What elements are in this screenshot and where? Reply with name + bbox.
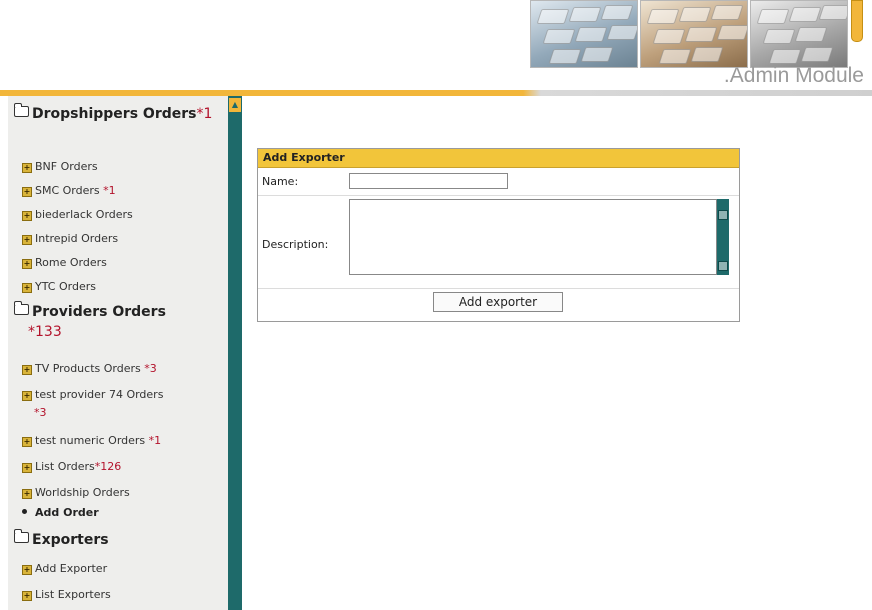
folder-icon: [14, 301, 29, 315]
add-exporter-panel: Add Exporter Name: Description: Add expo…: [257, 148, 740, 322]
expand-plus-icon[interactable]: +: [22, 259, 32, 269]
section-title: Dropshippers Orders: [32, 106, 197, 122]
item-count: *3: [34, 406, 47, 419]
keyboard-banner-image: [530, 0, 638, 68]
sidebar-item-test-numeric-orders[interactable]: + test numeric Orders *1: [22, 432, 222, 450]
module-title: .Admin Module: [723, 64, 864, 87]
description-row: Description:: [258, 196, 739, 289]
section-dropshippers-orders[interactable]: Dropshippers Orders*1: [14, 103, 214, 124]
sidebar-item-label: YTC Orders: [35, 280, 96, 293]
sidebar-item-label: TV Products Orders: [35, 362, 141, 375]
panel-title: Add Exporter: [258, 149, 739, 168]
sidebar-item-bnf-orders[interactable]: + BNF Orders: [22, 158, 222, 176]
sidebar-item-label: SMC Orders: [35, 184, 100, 197]
sidebar-item-label: Add Order: [35, 506, 99, 519]
expand-plus-icon[interactable]: +: [22, 391, 32, 401]
sidebar-item-ytc-orders[interactable]: + YTC Orders: [22, 278, 222, 296]
sidebar-item-biederlack-orders[interactable]: + biederlack Orders: [22, 206, 222, 224]
keyboard-banner-image: [750, 0, 848, 68]
item-count: *1: [103, 184, 116, 197]
sidebar-item-rome-orders[interactable]: + Rome Orders: [22, 254, 222, 272]
add-exporter-button[interactable]: Add exporter: [433, 292, 563, 312]
sidebar-item-worldship-orders[interactable]: + Worldship Orders: [22, 484, 222, 502]
sidebar-item-test-provider-74-orders[interactable]: + test provider 74 Orders *3: [22, 386, 222, 422]
item-count: *126: [94, 460, 122, 473]
sidebar-item-label: biederlack Orders: [35, 208, 133, 221]
header: .Admin Module: [0, 0, 872, 96]
scroll-up-icon[interactable]: [718, 210, 728, 220]
sidebar-item-label: Intrepid Orders: [35, 232, 119, 245]
sidebar-item-label: test provider 74 Orders: [35, 388, 164, 401]
description-scrollbar[interactable]: [717, 199, 729, 275]
bullet-icon: [22, 509, 27, 514]
expand-plus-icon[interactable]: +: [22, 365, 32, 375]
sidebar-item-add-order[interactable]: Add Order: [22, 504, 99, 522]
scroll-up-arrow-icon[interactable]: ▲: [229, 98, 241, 112]
section-count: *133: [28, 324, 62, 340]
sidebar-item-label: Add Exporter: [35, 562, 108, 575]
expand-plus-icon[interactable]: +: [22, 163, 32, 173]
section-title: Providers Orders: [32, 304, 166, 320]
sidebar-scrollbar[interactable]: ▲: [228, 96, 242, 610]
item-count: *3: [144, 362, 157, 375]
expand-plus-icon[interactable]: +: [22, 211, 32, 221]
submit-row: Add exporter: [258, 289, 739, 319]
sidebar-item-label: List Exporters: [35, 588, 111, 601]
section-providers-orders[interactable]: Providers Orders *133: [14, 301, 214, 342]
sidebar-item-smc-orders[interactable]: + SMC Orders *1: [22, 182, 222, 200]
expand-plus-icon[interactable]: +: [22, 489, 32, 499]
keyboard-banner-image: [640, 0, 748, 68]
sidebar-item-label: test numeric Orders: [35, 434, 146, 447]
expand-plus-icon[interactable]: +: [22, 437, 32, 447]
name-row: Name:: [258, 168, 739, 196]
expand-plus-icon[interactable]: +: [22, 463, 32, 473]
header-tab-handle[interactable]: [851, 0, 863, 42]
item-count: *1: [148, 434, 162, 447]
sidebar-item-add-exporter[interactable]: + Add Exporter: [22, 560, 222, 578]
section-title: Exporters: [32, 532, 109, 548]
sidebar-menu: Dropshippers Orders*1 + BNF Orders + SMC O…: [8, 96, 228, 610]
sidebar-item-list-orders[interactable]: + List Orders*126: [22, 458, 222, 476]
description-label: Description:: [262, 238, 329, 251]
scroll-down-icon[interactable]: [718, 261, 728, 271]
sidebar-item-list-exporters[interactable]: + List Exporters: [22, 586, 222, 604]
expand-plus-icon[interactable]: +: [22, 187, 32, 197]
folder-icon: [14, 103, 29, 117]
description-field[interactable]: [349, 199, 717, 275]
section-exporters[interactable]: Exporters: [14, 529, 214, 550]
expand-plus-icon[interactable]: +: [22, 591, 32, 601]
sidebar-item-intrepid-orders[interactable]: + Intrepid Orders: [22, 230, 222, 248]
expand-plus-icon[interactable]: +: [22, 565, 32, 575]
sidebar-item-tv-products-orders[interactable]: + TV Products Orders *3: [22, 360, 222, 378]
section-count: *1: [196, 106, 213, 122]
expand-plus-icon[interactable]: +: [22, 235, 32, 245]
name-label: Name:: [262, 175, 299, 188]
sidebar-item-label: Worldship Orders: [35, 486, 130, 499]
folder-icon: [14, 529, 29, 543]
sidebar-item-label: BNF Orders: [35, 160, 98, 173]
expand-plus-icon[interactable]: +: [22, 283, 32, 293]
name-field[interactable]: [349, 173, 508, 189]
sidebar-item-label: List Orders: [35, 460, 95, 473]
sidebar-item-label: Rome Orders: [35, 256, 107, 269]
